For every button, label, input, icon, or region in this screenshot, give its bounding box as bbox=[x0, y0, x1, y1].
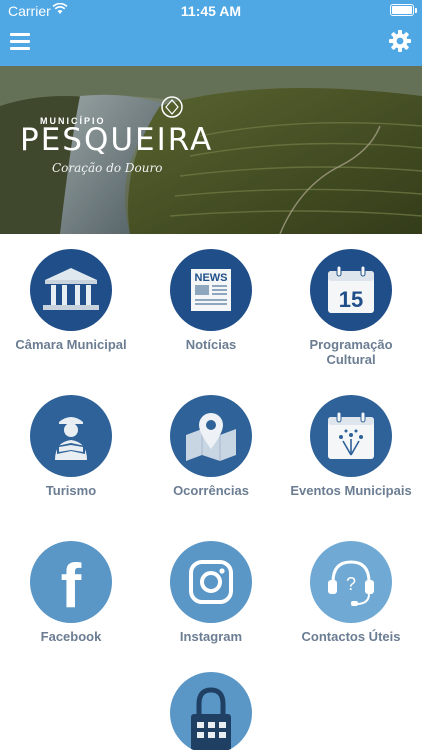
tile-label: Facebook bbox=[40, 629, 102, 644]
tile-label: Ocorrências bbox=[173, 483, 249, 498]
tile-camara-municipal[interactable]: Câmara Municipal bbox=[1, 249, 141, 352]
top-bar: Carrier 11:45 AM bbox=[0, 0, 422, 66]
lock-icon bbox=[170, 672, 252, 750]
tile-facebook[interactable]: f Facebook bbox=[1, 541, 141, 644]
event-calendar-icon bbox=[310, 395, 392, 477]
instagram-icon bbox=[170, 541, 252, 623]
tourist-icon bbox=[30, 395, 112, 477]
status-time: 11:45 AM bbox=[180, 3, 242, 19]
municipality-tagline: Coração do Douro bbox=[52, 161, 163, 175]
newspaper-icon: NEWS bbox=[170, 249, 252, 331]
map-pin-icon bbox=[170, 395, 252, 477]
tile-turismo[interactable]: Turismo bbox=[1, 395, 141, 498]
tile-label: Contactos Úteis bbox=[301, 629, 401, 644]
gear-icon[interactable] bbox=[388, 29, 412, 53]
headset-icon: ? bbox=[310, 541, 392, 623]
tile-label: Programação Cultural bbox=[309, 337, 393, 367]
tile-label: Instagram bbox=[179, 629, 243, 644]
facebook-icon: f bbox=[30, 541, 112, 623]
town-hall-icon bbox=[30, 249, 112, 331]
hero-banner: MUNICÍPIO PESQUEIRA Coração do Douro bbox=[0, 66, 422, 234]
tile-label: Turismo bbox=[45, 483, 97, 498]
tile-label: Notícias bbox=[185, 337, 237, 352]
battery-icon bbox=[390, 4, 417, 16]
facebook-glyph: f bbox=[60, 552, 82, 621]
hamburger-menu-icon[interactable] bbox=[8, 30, 32, 52]
calendar-day: 15 bbox=[339, 287, 363, 312]
tile-instagram[interactable]: Instagram bbox=[141, 541, 281, 644]
municipality-name: PESQUEIRA bbox=[20, 122, 214, 158]
tile-programacao-cultural[interactable]: 15 Programação Cultural bbox=[281, 249, 421, 367]
tile-contactos-uteis[interactable]: ? Contactos Úteis bbox=[281, 541, 421, 644]
tile-eventos-municipais[interactable]: Eventos Municipais bbox=[281, 395, 421, 498]
question-mark: ? bbox=[346, 574, 356, 594]
tile-label: Câmara Municipal bbox=[15, 337, 127, 352]
tile-noticias[interactable]: NEWS Notícias bbox=[141, 249, 281, 352]
tile-lock[interactable] bbox=[141, 672, 281, 750]
calendar-icon: 15 bbox=[310, 249, 392, 331]
news-text: NEWS bbox=[195, 272, 228, 284]
tile-label: Eventos Municipais bbox=[290, 483, 412, 498]
tile-ocorrencias[interactable]: Ocorrências bbox=[141, 395, 281, 498]
